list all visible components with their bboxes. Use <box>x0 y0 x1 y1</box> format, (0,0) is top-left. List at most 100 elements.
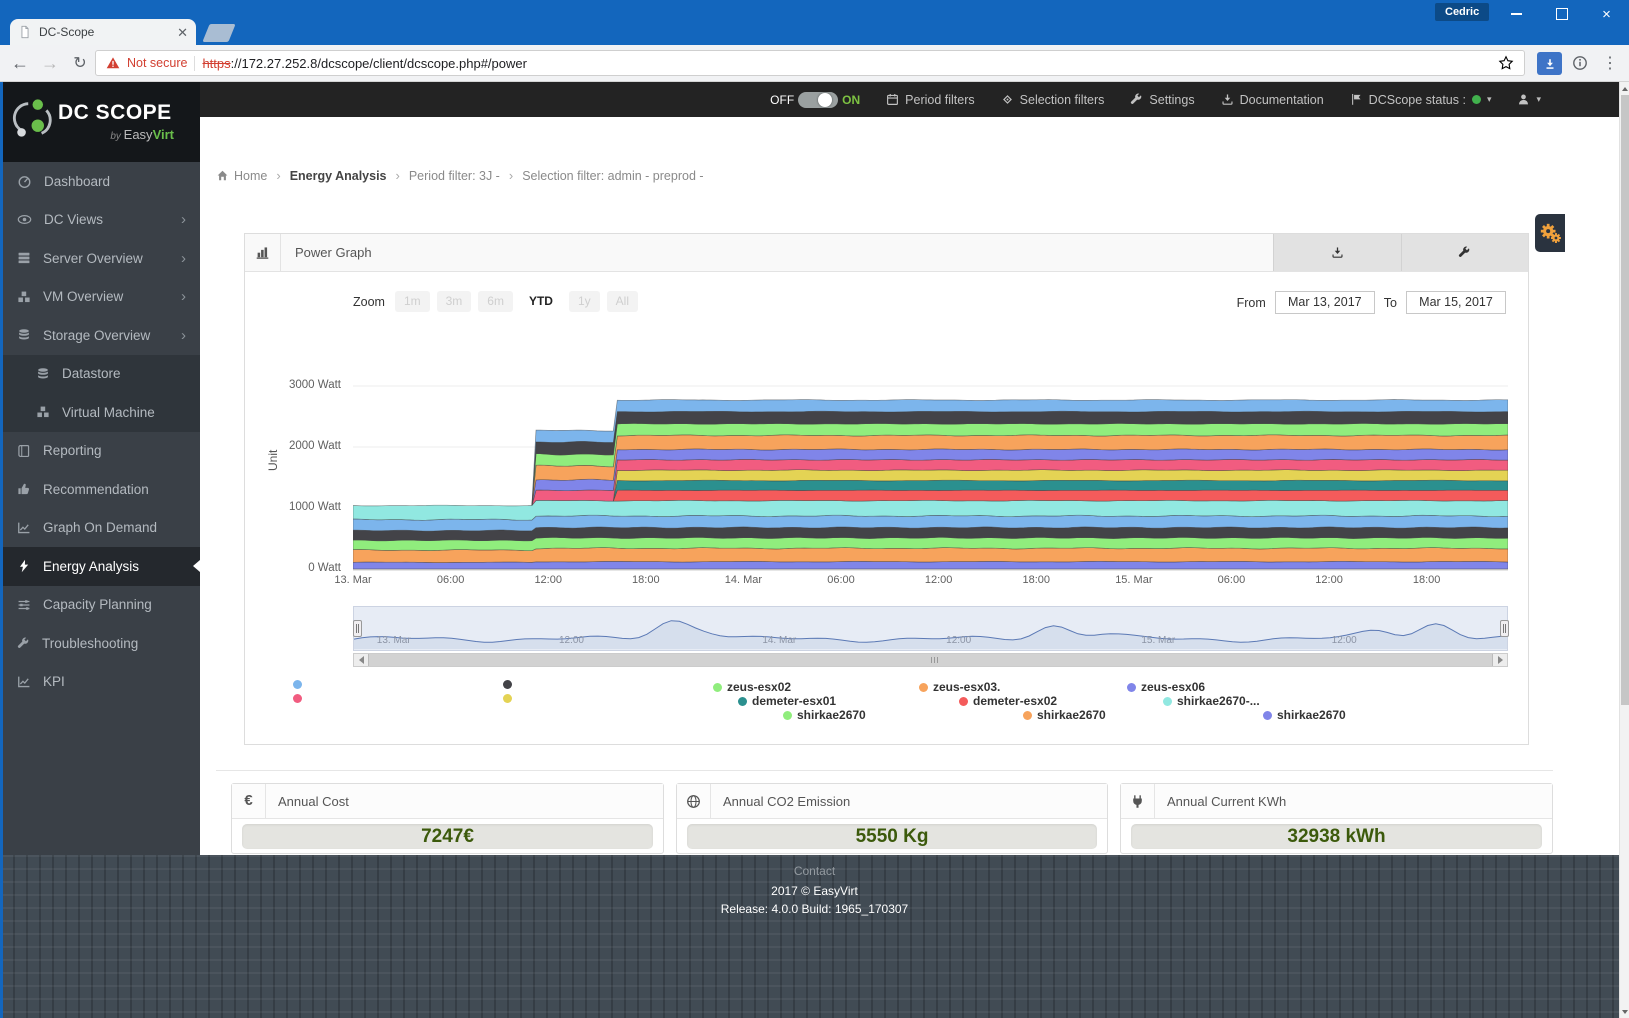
legend-item-item[interactable] <box>293 680 302 689</box>
reload-button[interactable]: ↻ <box>66 49 94 77</box>
forward-button[interactable]: → <box>36 49 64 77</box>
sidebar-item-datastore[interactable]: Datastore <box>0 355 200 394</box>
browser-tab[interactable]: DC-Scope ✕ <box>10 19 196 45</box>
breadcrumb-energy-analysis[interactable]: Energy Analysis <box>290 169 387 183</box>
scroll-right-arrow[interactable] <box>1493 654 1507 666</box>
to-date-input[interactable]: Mar 15, 2017 <box>1406 291 1506 314</box>
sidebar-item-energy-analysis[interactable]: Energy Analysis <box>0 547 200 586</box>
page-footer: Contact 2017 © EasyVirt Release: 4.0.0 B… <box>0 855 1629 1018</box>
download-icon <box>1221 93 1234 106</box>
chart-scrollbar[interactable] <box>353 653 1508 667</box>
legend-item-zeus-esx03[interactable]: zeus-esx03. <box>919 680 1000 694</box>
navigator-handle-left[interactable] <box>353 620 362 637</box>
browser-titlebar: DC-Scope ✕ Cedric × <box>0 0 1629 45</box>
zoom-button-1y[interactable]: 1y <box>569 291 600 312</box>
legend-item-shirkae2670[interactable]: shirkae2670-... <box>1163 694 1260 708</box>
zoom-button-3m[interactable]: 3m <box>437 291 472 312</box>
navbar-item-settings[interactable]: Settings <box>1130 93 1194 107</box>
legend-item-item[interactable] <box>503 694 512 703</box>
card-icon <box>677 784 711 818</box>
navigator-handle-right[interactable] <box>1500 620 1509 637</box>
sidebar-item-reporting[interactable]: Reporting <box>0 432 200 471</box>
extension-download-button[interactable] <box>1537 52 1562 75</box>
settings-gear-tab[interactable] <box>1535 214 1565 252</box>
zoom-button-1m[interactable]: 1m <box>395 291 430 312</box>
navbar-item-label: Selection filters <box>1020 93 1105 107</box>
filters-toggle[interactable]: OFF ON <box>770 92 860 108</box>
navbar-item-item[interactable]: ▾ <box>1517 93 1541 106</box>
zoom-button-ytd[interactable]: YTD <box>520 291 562 312</box>
legend-item-item[interactable] <box>503 680 512 689</box>
chevron-right-icon: › <box>181 327 186 344</box>
card-header: €Annual Cost <box>232 784 663 819</box>
scroll-up-button[interactable] <box>1620 82 1629 95</box>
window-maximize-button[interactable] <box>1539 0 1584 28</box>
toggle-off-label: OFF <box>770 93 794 107</box>
sidebar-item-label: Capacity Planning <box>43 597 152 612</box>
annual-current-kwh-icon <box>1130 794 1145 809</box>
sidebar-item-virtual-machine[interactable]: Virtual Machine <box>0 393 200 432</box>
info-button[interactable] <box>1566 49 1594 77</box>
scrollbar-thumb[interactable] <box>368 654 1493 666</box>
sidebar-item-graph-on-demand[interactable]: Graph On Demand <box>0 509 200 548</box>
sidebar-item-kpi[interactable]: KPI <box>0 663 200 702</box>
window-close-button[interactable]: × <box>1584 0 1629 28</box>
navbar-item-documentation[interactable]: Documentation <box>1221 93 1324 107</box>
configure-button[interactable] <box>1401 234 1529 271</box>
back-button[interactable]: ← <box>6 49 34 77</box>
breadcrumb-separator: › <box>276 168 280 183</box>
legend-item-demeter-esx02[interactable]: demeter-esx02 <box>959 694 1057 708</box>
legend-dot <box>503 680 512 689</box>
breadcrumb-label: Period filter: 3J - <box>409 169 500 183</box>
from-date-input[interactable]: Mar 13, 2017 <box>1275 291 1375 314</box>
card-value: 5550 Kg <box>687 824 1097 849</box>
page-scrollbar[interactable] <box>1619 82 1629 1018</box>
legend-item-shirkae2670[interactable]: shirkae2670 <box>1023 708 1106 722</box>
breadcrumb-label: Selection filter: admin - preprod - <box>522 169 703 183</box>
breadcrumb-home[interactable]: Home <box>216 169 267 183</box>
page-scrollbar-thumb[interactable] <box>1621 95 1629 705</box>
new-tab-button[interactable] <box>202 24 235 42</box>
toggle-track[interactable] <box>798 92 838 108</box>
navbar-item-dcscope-status[interactable]: DCScope status :▾ <box>1350 93 1492 107</box>
navbar-item-label: Documentation <box>1240 93 1324 107</box>
legend-item-zeus-esx02[interactable]: zeus-esx02 <box>713 680 791 694</box>
zoom-button-6m[interactable]: 6m <box>478 291 513 312</box>
chart-navigator[interactable]: 13. Mar12:0014. Mar12:0015. Mar12:00 <box>353 606 1508 651</box>
tab-close-icon[interactable]: ✕ <box>177 26 188 39</box>
export-button[interactable] <box>1274 234 1401 271</box>
bookmark-star-icon[interactable] <box>1498 55 1514 71</box>
breadcrumb-selection-filter-admin-preprod[interactable]: Selection filter: admin - preprod - <box>522 169 703 183</box>
power-graph-chart[interactable] <box>353 331 1508 593</box>
legend-item-shirkae2670[interactable]: shirkae2670 <box>1263 708 1346 722</box>
navbar-item-period-filters[interactable]: Period filters <box>886 93 974 107</box>
sidebar-item-capacity-planning[interactable]: Capacity Planning <box>0 586 200 625</box>
legend-item-shirkae2670[interactable]: shirkae2670 <box>783 708 866 722</box>
legend-item-demeter-esx01[interactable]: demeter-esx01 <box>738 694 836 708</box>
user-icon <box>1517 93 1530 106</box>
scroll-left-arrow[interactable] <box>354 654 368 666</box>
navbar-item-selection-filters[interactable]: Selection filters <box>1001 93 1105 107</box>
panel-header: Power Graph <box>245 234 1528 272</box>
navigator-label: 12:00 <box>559 635 584 646</box>
breadcrumb-period-filter-3j[interactable]: Period filter: 3J - <box>409 169 500 183</box>
scroll-down-button[interactable] <box>1620 1005 1629 1018</box>
sidebar-item-dc-views[interactable]: DC Views› <box>0 201 200 240</box>
browser-menu-button[interactable]: ⋮ <box>1596 49 1624 77</box>
sidebar-item-server-overview[interactable]: Server Overview› <box>0 239 200 278</box>
sidebar-item-dashboard[interactable]: Dashboard <box>0 162 200 201</box>
sidebar-item-storage-overview[interactable]: Storage Overview› <box>0 316 200 355</box>
legend-item-item[interactable] <box>293 694 302 703</box>
url-bar[interactable]: Not secure https://172.27.252.8/dcscope/… <box>95 50 1525 76</box>
sidebar-item-recommendation[interactable]: Recommendation <box>0 470 200 509</box>
sidebar-item-vm-overview[interactable]: VM Overview› <box>0 278 200 317</box>
legend-label: shirkae2670 <box>1037 708 1106 722</box>
legend-label: zeus-esx02 <box>727 680 791 694</box>
sidebar-item-troubleshooting[interactable]: Troubleshooting <box>0 624 200 663</box>
legend-item-zeus-esx06[interactable]: zeus-esx06 <box>1127 680 1205 694</box>
chevron-right-icon: › <box>181 288 186 305</box>
browser-profile-badge[interactable]: Cedric <box>1435 3 1489 21</box>
window-minimize-button[interactable] <box>1494 0 1539 28</box>
contact-link[interactable]: Contact <box>0 855 1629 878</box>
zoom-button-all[interactable]: All <box>607 291 638 312</box>
